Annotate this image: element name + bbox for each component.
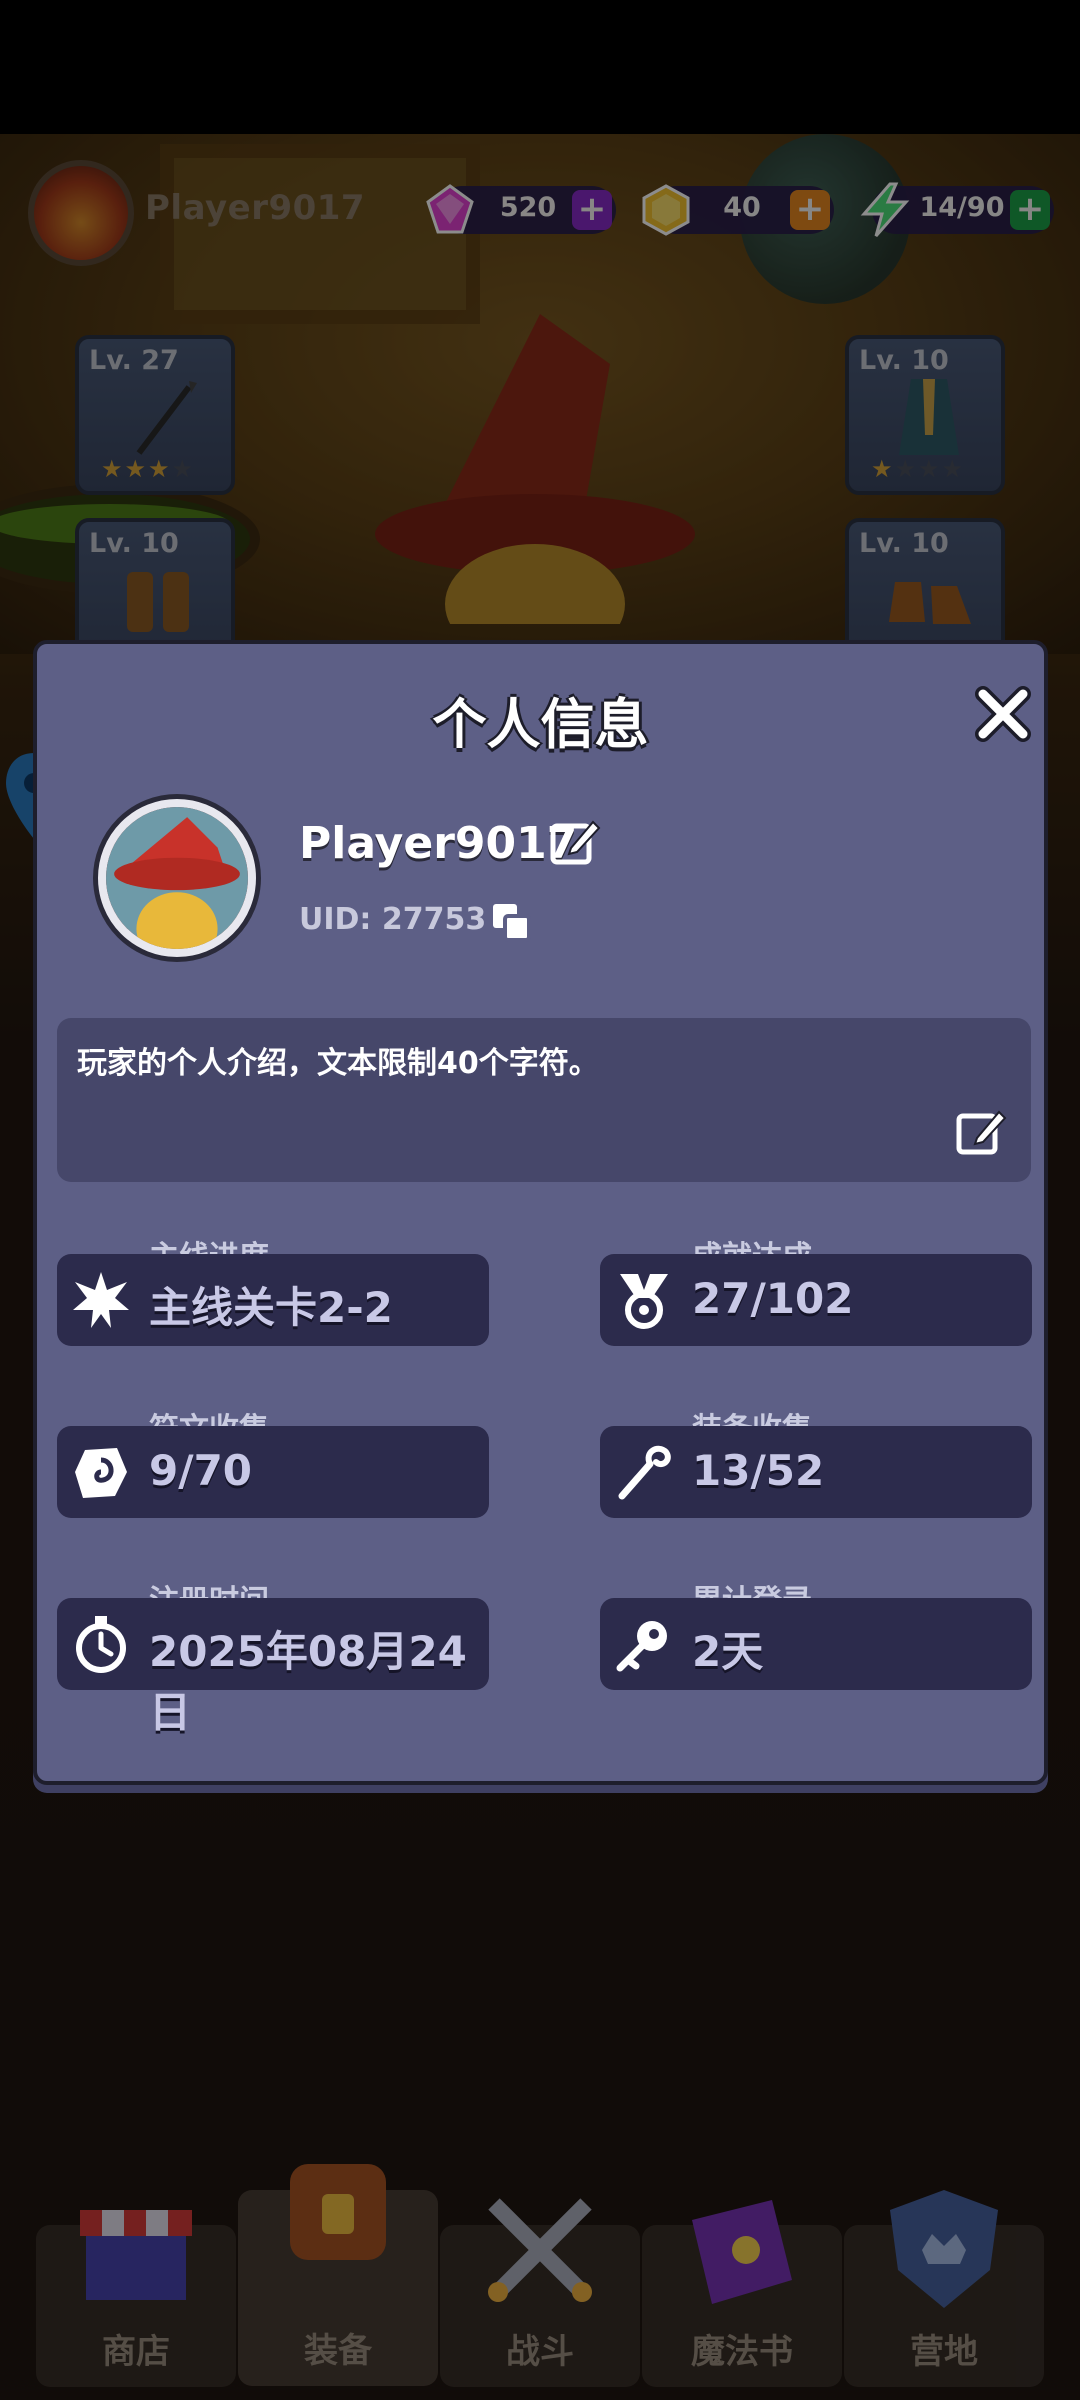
staff-icon: [618, 1445, 671, 1500]
stat-value: 2天: [692, 1627, 764, 1676]
spellbook-icon: [692, 2200, 792, 2304]
nav-label: 魔法书: [691, 2332, 793, 2372]
edit-bio-icon[interactable]: [953, 1104, 1009, 1160]
profile-dialog: 个人信息 Player9017 UID: 27753 玩家的个人介绍，文本限制4…: [33, 640, 1048, 1785]
stopwatch-icon: [76, 1616, 126, 1673]
avatar-image: [106, 807, 248, 949]
stat-main-progress: 主线关卡2-2: [57, 1254, 489, 1346]
nav-label: 营地: [910, 2332, 978, 2372]
stat-value: 2025年08月24日: [149, 1627, 467, 1737]
wizard-portrait: [106, 807, 248, 949]
key-icon: [616, 1621, 667, 1672]
stat-equipment: 13/52: [600, 1426, 1032, 1518]
stat-value: 9/70: [149, 1446, 253, 1495]
bio-text: 玩家的个人介绍，文本限制40个字符。: [77, 1046, 599, 1081]
stat-runes: 9/70: [57, 1426, 489, 1518]
nav-spellbook[interactable]: 魔法书: [642, 2200, 842, 2387]
uid-text: UID: 27753: [299, 902, 487, 937]
copy-icon[interactable]: [489, 900, 533, 944]
stat-value: 27/102: [692, 1274, 854, 1323]
stat-total-logins: 2天: [600, 1598, 1032, 1690]
crossed-swords-icon: [488, 2198, 592, 2302]
backpack-icon: [290, 2164, 386, 2260]
stat-achievements: 27/102: [600, 1254, 1032, 1346]
nav-label: 战斗: [506, 2332, 574, 2372]
close-icon[interactable]: [973, 684, 1033, 744]
edit-name-icon[interactable]: [547, 814, 603, 870]
game-screen: Player9017 520 + 40 + 14/90 + Lv. 27 ★★★…: [0, 0, 1080, 2400]
shop-icon: [80, 2210, 192, 2300]
stat-register-date: 2025年08月24日: [57, 1598, 489, 1737]
medal-icon: [620, 1274, 668, 1329]
burst-icon: [73, 1272, 129, 1328]
bio-box: 玩家的个人介绍，文本限制40个字符。: [57, 1018, 1031, 1182]
nav-label: 商店: [102, 2332, 170, 2372]
bottom-nav: 商店 装备 战斗 魔法书 营地: [0, 2150, 1080, 2400]
nav-label: 装备: [304, 2331, 372, 2371]
nav-battle[interactable]: 战斗: [440, 2198, 640, 2387]
profile-avatar[interactable]: [93, 794, 261, 962]
nav-equipment[interactable]: 装备: [238, 2164, 438, 2386]
profile-player-name: Player9017: [299, 818, 578, 869]
rune-stone-icon: [75, 1448, 127, 1498]
dialog-title: 个人信息: [432, 693, 649, 756]
stat-value: 13/52: [692, 1446, 825, 1495]
nav-shop[interactable]: 商店: [36, 2210, 236, 2387]
status-bar: [0, 0, 1080, 134]
camp-shield-icon: [890, 2190, 998, 2308]
nav-camp[interactable]: 营地: [844, 2190, 1044, 2387]
stat-value: 主线关卡2-2: [149, 1283, 393, 1332]
